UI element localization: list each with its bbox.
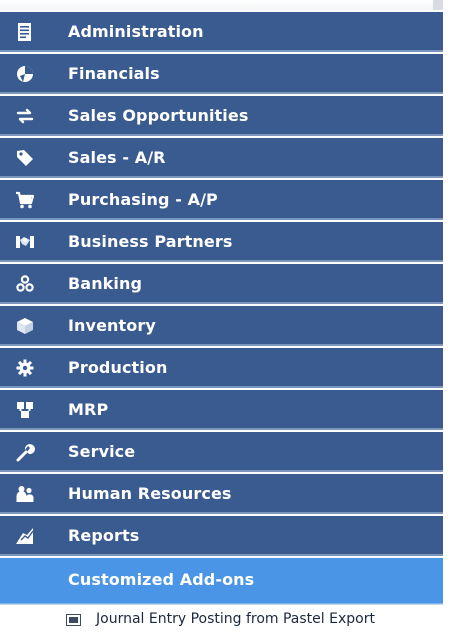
mrp-icon xyxy=(14,399,36,421)
menu-item-label: Banking xyxy=(68,274,143,293)
submenu-item-label: Journal Entry Posting from Pastel Export xyxy=(96,611,375,627)
menu-item-sales-opportunities[interactable]: Sales Opportunities xyxy=(0,96,443,136)
menu-item-label: Reports xyxy=(68,526,140,545)
chart-icon xyxy=(14,525,36,547)
menu-item-label: Sales - A/R xyxy=(68,148,166,167)
price-tag-icon xyxy=(14,147,36,169)
menu-item-inventory[interactable]: Inventory xyxy=(0,306,443,346)
menu-item-label: Financials xyxy=(68,64,160,83)
gear-icon xyxy=(14,357,36,379)
main-menu: Administration Financials Sales Opportun… xyxy=(0,0,443,633)
menu-item-label: Administration xyxy=(68,22,204,41)
menu-item-label: Customized Add-ons xyxy=(68,570,255,589)
wrench-icon xyxy=(14,441,36,463)
menu-item-sales-ar[interactable]: Sales - A/R xyxy=(0,138,443,178)
shopping-cart-icon xyxy=(14,189,36,211)
document-icon xyxy=(14,21,36,43)
menu-item-financials[interactable]: Financials xyxy=(0,54,443,94)
menu-item-label: Inventory xyxy=(68,316,156,335)
menu-item-purchasing-ap[interactable]: Purchasing - A/P xyxy=(0,180,443,220)
menu-item-label: Business Partners xyxy=(68,232,233,251)
menu-item-label: Sales Opportunities xyxy=(68,106,249,125)
financials-icon xyxy=(14,63,36,85)
coins-icon xyxy=(14,273,36,295)
menu-item-mrp[interactable]: MRP xyxy=(0,390,443,430)
people-icon xyxy=(14,483,36,505)
menu-item-label: Human Resources xyxy=(68,484,232,503)
menu-item-business-partners[interactable]: Business Partners xyxy=(0,222,443,262)
menu-top-edge xyxy=(0,0,443,10)
submenu-item-journal-entry-posting[interactable]: Journal Entry Posting from Pastel Export xyxy=(0,604,443,633)
menu-item-label: Service xyxy=(68,442,136,461)
scrollbar[interactable] xyxy=(443,0,461,633)
menu-item-production[interactable]: Production xyxy=(0,348,443,388)
box-icon xyxy=(14,315,36,337)
menu-item-reports[interactable]: Reports xyxy=(0,516,443,556)
menu-item-administration[interactable]: Administration xyxy=(0,12,443,52)
form-icon xyxy=(66,614,81,626)
menu-item-label: MRP xyxy=(68,400,109,419)
menu-item-customized-add-ons[interactable]: Customized Add-ons xyxy=(0,558,443,604)
business-partners-icon xyxy=(14,231,36,253)
menu-item-service[interactable]: Service xyxy=(0,432,443,472)
sales-opportunities-icon xyxy=(14,105,36,127)
menu-item-label: Purchasing - A/P xyxy=(68,190,218,209)
menu-item-banking[interactable]: Banking xyxy=(0,264,443,304)
menu-item-human-resources[interactable]: Human Resources xyxy=(0,474,443,514)
menu-item-label: Production xyxy=(68,358,168,377)
